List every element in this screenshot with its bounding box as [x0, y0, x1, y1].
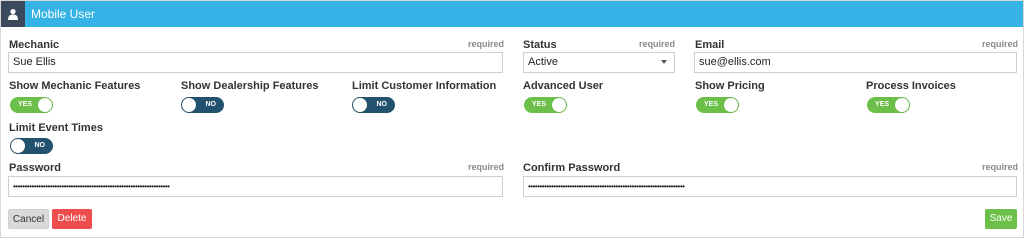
limit-customer-information-label: Limit Customer Information [352, 80, 497, 92]
cancel-button[interactable]: Cancel [8, 209, 49, 229]
user-icon [1, 1, 25, 27]
mobile-user-panel: Mobile User Mechanic required Sue Ellis … [0, 0, 1024, 238]
show-dealership-features-toggle[interactable]: NO [181, 97, 224, 113]
email-input[interactable]: sue@ellis.com [694, 52, 1017, 73]
limit-event-times-toggle[interactable]: NO [10, 138, 53, 154]
show-pricing-label: Show Pricing [695, 80, 765, 92]
mechanic-input[interactable]: Sue Ellis [8, 52, 503, 73]
confirm-password-required: required [982, 162, 1019, 172]
status-select-value: Active [528, 56, 558, 68]
email-label: Email [695, 39, 725, 51]
confirm-password-input[interactable]: ••••••••••••••••••••••••••••••••••••••••… [523, 176, 1017, 197]
advanced-user-label: Advanced User [523, 80, 604, 92]
process-invoices-label: Process Invoices [866, 80, 956, 92]
toggle-knob [353, 98, 367, 112]
status-select[interactable]: Active [523, 52, 675, 73]
advanced-user-toggle[interactable]: YES [524, 97, 567, 113]
panel-title: Mobile User [31, 7, 96, 21]
password-required: required [468, 162, 505, 172]
delete-button[interactable]: Delete [52, 209, 92, 229]
show-pricing-toggle[interactable]: YES [696, 97, 739, 113]
toggle-knob [895, 98, 909, 112]
show-mechanic-features-toggle[interactable]: YES [10, 97, 53, 113]
status-required: required [639, 39, 676, 49]
save-button[interactable]: Save [985, 209, 1017, 229]
mechanic-required: required [468, 39, 505, 49]
toggle-knob [552, 98, 566, 112]
toggle-knob [182, 98, 196, 112]
toggle-knob [38, 98, 52, 112]
limit-customer-information-toggle[interactable]: NO [352, 97, 395, 113]
password-label: Password [9, 162, 61, 174]
process-invoices-toggle[interactable]: YES [867, 97, 910, 113]
show-mechanic-features-label: Show Mechanic Features [9, 80, 141, 92]
limit-event-times-label: Limit Event Times [9, 122, 103, 134]
chevron-down-icon [661, 60, 667, 64]
mechanic-label: Mechanic [9, 39, 60, 51]
email-required: required [982, 39, 1019, 49]
toggle-knob [724, 98, 738, 112]
confirm-password-label: Confirm Password [523, 162, 621, 174]
toggle-knob [11, 139, 25, 153]
password-input[interactable]: ••••••••••••••••••••••••••••••••••••••••… [8, 176, 503, 197]
show-dealership-features-label: Show Dealership Features [181, 80, 319, 92]
status-label: Status [523, 39, 557, 51]
panel-header: Mobile User [1, 1, 1023, 27]
